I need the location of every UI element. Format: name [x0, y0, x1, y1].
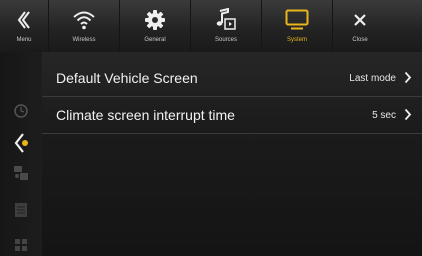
setting-label: Climate screen interrupt time — [56, 107, 235, 123]
back-arrow-icon[interactable] — [0, 132, 42, 154]
clock-icon[interactable] — [0, 104, 42, 118]
setting-row-default-vehicle-screen[interactable]: Default Vehicle Screen Last mode — [42, 60, 422, 97]
wifi-icon — [72, 7, 96, 33]
settings-list: Default Vehicle Screen Last mode Climate… — [42, 52, 422, 256]
car-settings-icon[interactable] — [0, 165, 42, 181]
menu-label: Menu — [16, 37, 32, 43]
general-label: General — [144, 37, 166, 43]
menu-button[interactable]: Menu — [0, 0, 48, 52]
wireless-label: Wireless — [72, 37, 96, 43]
sources-label: Sources — [214, 37, 237, 43]
grid-list-icon[interactable] — [0, 202, 42, 218]
monitor-icon — [285, 7, 309, 33]
chevron-right-icon — [404, 71, 412, 89]
tab-wireless[interactable]: Wireless — [48, 0, 119, 52]
music-note-icon — [215, 7, 237, 33]
setting-value: 5 sec — [372, 109, 396, 121]
tab-system[interactable]: System — [261, 0, 332, 52]
setting-value: Last mode — [349, 72, 396, 84]
tab-general[interactable]: General — [119, 0, 190, 52]
setting-label: Default Vehicle Screen — [56, 70, 198, 86]
left-rail — [0, 52, 42, 256]
apps-icon[interactable] — [0, 238, 42, 252]
close-label: Close — [352, 37, 368, 43]
top-navigation-bar: Menu Wireless General Sources System Clo… — [0, 0, 422, 53]
tab-sources[interactable]: Sources — [190, 0, 261, 52]
chevron-right-icon — [404, 108, 412, 126]
chevron-left-double-icon — [16, 7, 32, 33]
gear-icon — [144, 7, 166, 33]
close-button[interactable]: Close — [332, 0, 387, 52]
close-icon — [353, 7, 367, 33]
system-label: System — [286, 37, 307, 43]
setting-row-climate-interrupt-time[interactable]: Climate screen interrupt time 5 sec — [42, 97, 422, 134]
